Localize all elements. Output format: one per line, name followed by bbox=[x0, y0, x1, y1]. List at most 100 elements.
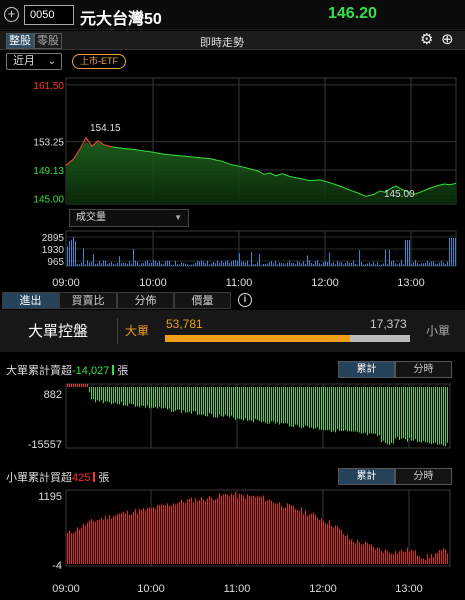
volume-bar bbox=[443, 262, 444, 266]
big-down-bar bbox=[259, 387, 260, 421]
big-down-bar bbox=[253, 387, 254, 423]
volume-bar bbox=[191, 264, 192, 266]
big-down-bar bbox=[365, 387, 366, 433]
tab-price-volume[interactable]: 價量 bbox=[174, 292, 231, 309]
small-up-bar bbox=[373, 547, 374, 564]
volume-bar bbox=[439, 262, 440, 266]
small-up-bar bbox=[339, 528, 340, 564]
small-up-bar bbox=[359, 542, 360, 564]
small-up-bar bbox=[121, 512, 122, 564]
big-down-bar bbox=[389, 387, 390, 446]
big-down-bar bbox=[375, 387, 376, 434]
big-down-bar bbox=[163, 387, 164, 409]
tab-odd-lot[interactable]: 零股 bbox=[34, 33, 62, 49]
small-tab-cumulative[interactable]: 累計 bbox=[338, 468, 395, 485]
big-down-bar bbox=[319, 387, 320, 430]
small-up-bar bbox=[413, 551, 414, 564]
range-select[interactable]: 近月 ⌄ bbox=[6, 53, 62, 70]
small-up-bar bbox=[229, 496, 230, 564]
big-down-bar bbox=[97, 387, 98, 401]
volume-bar bbox=[295, 264, 296, 266]
small-up-bar bbox=[419, 556, 420, 564]
big-down-bar bbox=[385, 387, 386, 444]
big-tab-timeshare[interactable]: 分時 bbox=[395, 361, 452, 378]
big-down-bar bbox=[383, 387, 384, 441]
volume-bar bbox=[351, 262, 352, 266]
small-up-bar bbox=[233, 494, 234, 564]
zoom-in-icon[interactable]: ⊕ bbox=[441, 32, 454, 48]
big-down-bar bbox=[379, 387, 380, 436]
big-down-bar bbox=[189, 387, 190, 412]
volume-bar bbox=[183, 263, 184, 266]
big-up-bar bbox=[83, 384, 84, 387]
time-tick-label: 12:00 bbox=[311, 277, 339, 289]
indicator-select[interactable]: 成交量 ▼ bbox=[69, 209, 189, 227]
info-icon[interactable]: i bbox=[238, 293, 252, 307]
volume-bar bbox=[241, 261, 242, 266]
volume-bar bbox=[161, 263, 162, 266]
volume-bar bbox=[165, 261, 166, 266]
volume-bar bbox=[75, 241, 76, 266]
tab-whole-share[interactable]: 整股 bbox=[6, 33, 34, 49]
big-down-bar bbox=[419, 387, 420, 442]
big-down-bar bbox=[145, 387, 146, 408]
big-down-bar bbox=[395, 387, 396, 439]
small-up-bar bbox=[223, 494, 224, 564]
small-tab-timeshare[interactable]: 分時 bbox=[395, 468, 452, 485]
small-up-bar bbox=[335, 525, 336, 564]
small-up-bar bbox=[137, 513, 138, 564]
small-up-bar bbox=[107, 519, 108, 564]
volume-bar bbox=[201, 260, 202, 266]
gear-icon[interactable]: ⚙ bbox=[420, 32, 433, 48]
big-down-bar bbox=[435, 387, 436, 443]
small-up-bar bbox=[345, 535, 346, 564]
small-up-bar bbox=[97, 520, 98, 564]
small-up-bar bbox=[207, 498, 208, 564]
big-down-bar bbox=[347, 387, 348, 432]
big-down-bar bbox=[335, 387, 336, 433]
small-up-bar bbox=[99, 519, 100, 564]
big-down-bar bbox=[393, 387, 394, 444]
volume-bar bbox=[249, 264, 250, 266]
big-down-bar bbox=[313, 387, 314, 429]
small-up-bar bbox=[67, 533, 68, 564]
small-up-bar bbox=[403, 551, 404, 564]
big-down-bar bbox=[149, 387, 150, 409]
add-icon[interactable]: + bbox=[4, 7, 19, 22]
big-down-bar bbox=[251, 387, 252, 421]
big-down-bar bbox=[195, 387, 196, 412]
big-down-bar bbox=[233, 387, 234, 418]
small-up-bar bbox=[77, 527, 78, 564]
tab-buy-sell-ratio[interactable]: 買賣比 bbox=[59, 292, 117, 309]
big-down-bar bbox=[101, 387, 102, 401]
volume-bar bbox=[137, 261, 138, 266]
volume-bar bbox=[417, 263, 418, 266]
volume-bar bbox=[85, 264, 86, 266]
volume-bar bbox=[403, 264, 404, 266]
big-down-bar bbox=[297, 387, 298, 425]
small-up-bar bbox=[289, 504, 290, 564]
small-up-bar bbox=[361, 544, 362, 564]
volume-bar bbox=[307, 255, 308, 266]
volume-bar bbox=[139, 264, 140, 266]
small-up-bar bbox=[369, 544, 370, 564]
big-down-bar bbox=[275, 387, 276, 424]
small-up-bar bbox=[135, 509, 136, 564]
big-tab-cumulative[interactable]: 累計 bbox=[338, 361, 395, 378]
stock-code-input[interactable]: 0050 bbox=[24, 5, 74, 25]
small-up-bar bbox=[269, 499, 270, 564]
small-up-bar bbox=[227, 494, 228, 564]
volume-bar bbox=[333, 262, 334, 266]
big-down-bar bbox=[123, 387, 124, 406]
volume-bar bbox=[285, 264, 286, 266]
volume-bar bbox=[451, 238, 452, 266]
volume-bar bbox=[409, 240, 410, 266]
small-up-bar bbox=[109, 514, 110, 564]
volume-bar bbox=[253, 264, 254, 266]
small-up-bar bbox=[127, 510, 128, 564]
tab-in-out[interactable]: 進出 bbox=[2, 292, 59, 309]
volume-bar bbox=[155, 260, 156, 266]
big-down-bar bbox=[303, 387, 304, 428]
tab-distribution[interactable]: 分佈 bbox=[117, 292, 174, 309]
volume-bar bbox=[79, 264, 80, 266]
